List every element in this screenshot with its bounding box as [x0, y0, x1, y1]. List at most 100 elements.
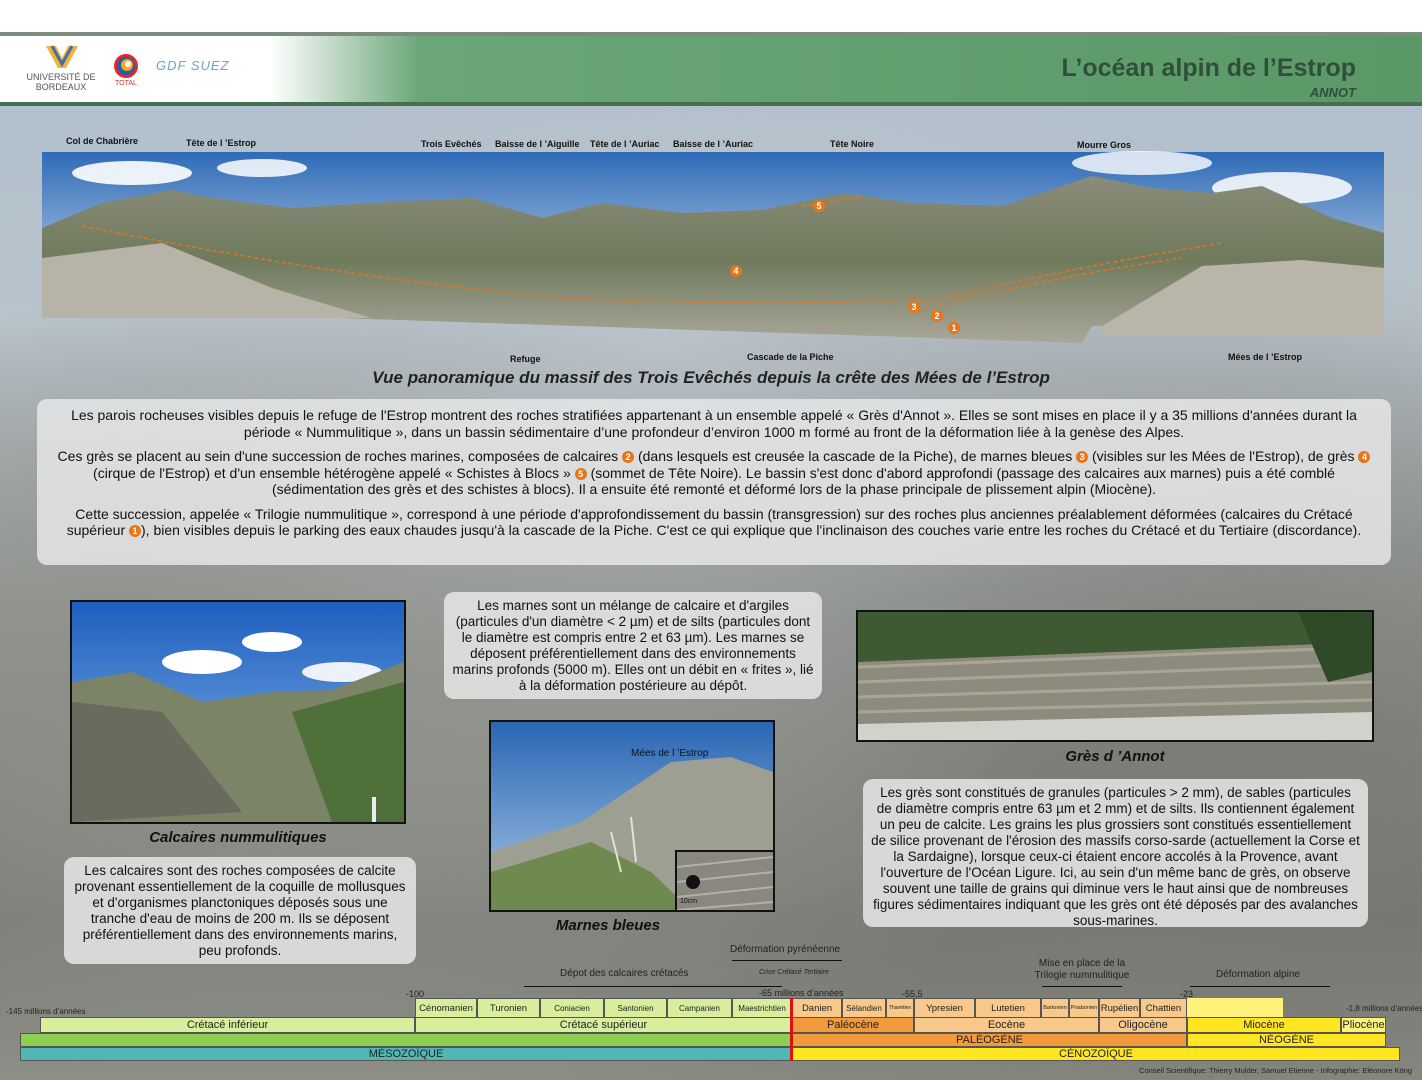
marnes-inset-photo: 10cm: [675, 850, 773, 910]
label-baisse-aiguille: Baisse de l ’Aiguille: [495, 139, 580, 149]
label-tete-noire: Tête Noire: [830, 139, 875, 149]
event-age-65: -65 millions d’années: [759, 988, 844, 998]
label-cascade-piche: Cascade de la Piche: [747, 352, 834, 362]
intro-p2-part-d: (cirque de l'Estrop) et d'un ensemble hé…: [93, 464, 571, 481]
marker-1-inline: 1: [129, 525, 141, 537]
total-logo-icon: [114, 54, 138, 78]
intro-paragraph-3: Cette succession, appelée « Trilogie num…: [51, 506, 1377, 539]
label-trois-eveches: Trois Evêchés: [421, 139, 482, 149]
header-bottom-line: [0, 102, 1422, 106]
stage-cenomanien: Cénomanien: [415, 998, 477, 1018]
period-paleogene: PALÉOGÈNE: [792, 1033, 1187, 1047]
gres-photo: [856, 610, 1374, 742]
stage-ypresien: Ypresien: [914, 998, 975, 1018]
event-deformation-pyreneenne: Déformation pyrénéenne: [730, 944, 841, 955]
geologic-timeline: Déformation pyrénéenne Dépot des calcair…: [0, 940, 1422, 1080]
stage-coniacien: Coniacien: [540, 998, 604, 1018]
calcaires-image: [72, 602, 404, 822]
credits: Conseil Scientifique: Thierry Mulder, Sa…: [1139, 1066, 1412, 1075]
label-col-chabriere: Col de Chabrière: [66, 136, 139, 146]
marker-3: 3: [908, 301, 920, 313]
marker-4-inline: 4: [1358, 451, 1371, 463]
stage-maestrichtien: Maestrichtien: [732, 998, 792, 1018]
marnes-photo-label: Mées de l ’Estrop: [631, 748, 709, 759]
stage-bartonien: Bartonien: [1041, 998, 1069, 1018]
epoch-miocene: Miocène: [1187, 1017, 1341, 1033]
stage-santonien: Santonien: [604, 998, 667, 1018]
period-cretace: [20, 1033, 792, 1047]
epoch-cretace-superieur: Crétacé supérieur: [415, 1017, 792, 1033]
intro-p3-part-b: ), bien visibles depuis le parking des e…: [141, 522, 1362, 538]
label-mourre-gros: Mourre Gros: [1077, 140, 1132, 150]
intro-p2-part-b: (dans lesquels est creusée la cascade de…: [637, 448, 1073, 464]
epoch-paleocene: Paléocène: [792, 1017, 914, 1033]
label-baisse-auriac: Baisse de l ’Auriac: [673, 139, 754, 149]
epoch-oligocene: Oligocène: [1099, 1017, 1187, 1033]
epoch-cretace-inferieur: Crétacé inférieur: [40, 1017, 415, 1033]
event-depot-calcaires: Dépot des calcaires crétacés: [560, 968, 689, 979]
label-tete-auriac: Tête de l ’Auriac: [590, 139, 660, 149]
university-emblem-icon: [46, 45, 78, 68]
arrow-deformation-alpine: [1190, 986, 1330, 987]
event-deformation-alpine: Déformation alpine: [1216, 969, 1300, 980]
marker-2: 2: [931, 310, 943, 322]
stage-selandien: Sélandien: [842, 998, 886, 1018]
arrow-deformation-pyreneenne: [732, 960, 842, 961]
total-logo: TOTAL: [106, 52, 146, 90]
label-refuge: Refuge: [510, 354, 541, 364]
stage-campanien: Campanien: [667, 998, 732, 1018]
arrow-depot-calcaires: [524, 986, 782, 987]
marker-5-inline: 5: [574, 467, 587, 480]
gres-caption: Grès d ’Annot: [1065, 748, 1165, 765]
intro-p2-part-a: Ces grès se placent au sein d'une succes…: [57, 448, 619, 464]
stage-neogene-blank: [1187, 998, 1283, 1018]
era-mesozoique: MÉSOZOÏQUE: [20, 1047, 792, 1061]
tick-start: -145 millions d’années: [6, 1007, 86, 1016]
arrow-trilogie: [1042, 986, 1122, 987]
marnes-scale-label: 10cm: [680, 898, 698, 905]
header-top: [0, 0, 1422, 36]
panorama-image: [42, 151, 1384, 343]
marker-2-inline: 2: [622, 451, 635, 463]
marker-3-inline: 3: [1076, 451, 1089, 463]
calcaires-caption: Calcaires nummulitiques: [149, 829, 327, 846]
label-tete-estrop: Tête de l ’Estrop: [186, 138, 257, 148]
intro-paragraph-2: Ces grès se placent au sein d'une succes…: [51, 448, 1377, 498]
marnes-caption: Marnes bleues: [555, 917, 661, 934]
stage-turonien: Turonien: [477, 998, 540, 1018]
university-bordeaux-logo: UNIVERSITÉ DE BORDEAUX: [24, 44, 98, 94]
page-title: L’océan alpin de l’Estrop: [1061, 54, 1356, 82]
event-crise: Crise Crétacé Tertiaire: [759, 969, 829, 976]
marker-4: 4: [730, 265, 742, 277]
intro-paragraph-1: Les parois rocheuses visibles depuis le …: [71, 407, 1357, 440]
page-subtitle: ANNOT: [1309, 85, 1356, 100]
gres-image: [858, 612, 1372, 740]
stage-thanetien: Thanétien: [886, 998, 914, 1018]
intro-textbox: Les parois rocheuses visibles depuis le …: [37, 399, 1391, 565]
marnes-textbox: Les marnes sont un mélange de calcaire e…: [444, 592, 822, 699]
stage-priabonien: Priabonien: [1069, 998, 1099, 1018]
marker-1: 1: [948, 322, 960, 334]
era-cenozoique: CÉNOZOÏQUE: [792, 1047, 1400, 1061]
panorama-caption: Vue panoramique du massif des Trois Evêc…: [372, 368, 1050, 387]
tick-end: -1,8 millions d’années: [1346, 1004, 1422, 1013]
stage-rupelien: Rupélien: [1099, 998, 1140, 1018]
calcaires-photo: [70, 600, 406, 824]
epoch-eocene: Eocène: [914, 1017, 1099, 1033]
marnes-photo: Mées de l ’Estrop 10cm: [489, 720, 775, 912]
period-neogene: NÉOGÈNE: [1187, 1033, 1386, 1047]
university-logo-text: UNIVERSITÉ DE BORDEAUX: [26, 72, 96, 92]
total-logo-text: TOTAL: [115, 80, 137, 87]
stage-danien: Danien: [792, 998, 842, 1018]
stage-lutetien: Lutetien: [975, 998, 1041, 1018]
intro-p2-part-c: (visibles sur les Mées de l'Estrop), de …: [1092, 448, 1355, 464]
kt-boundary-line: [790, 998, 793, 1061]
gdf-suez-logo: GDF SUEZ: [156, 58, 230, 73]
marker-5: 5: [813, 200, 825, 212]
gres-textbox: Les grès sont constitués de granules (pa…: [863, 779, 1368, 928]
stage-chattien: Chattien: [1140, 998, 1187, 1018]
epoch-pliocene: Pliocène: [1341, 1017, 1386, 1033]
label-mees-estrop: Mées de l ’Estrop: [1228, 352, 1303, 362]
panorama-photo: 5 4 3 2 1: [42, 148, 1384, 348]
event-trilogie: Mise en place de la Trilogie nummulitiqu…: [1034, 958, 1130, 981]
